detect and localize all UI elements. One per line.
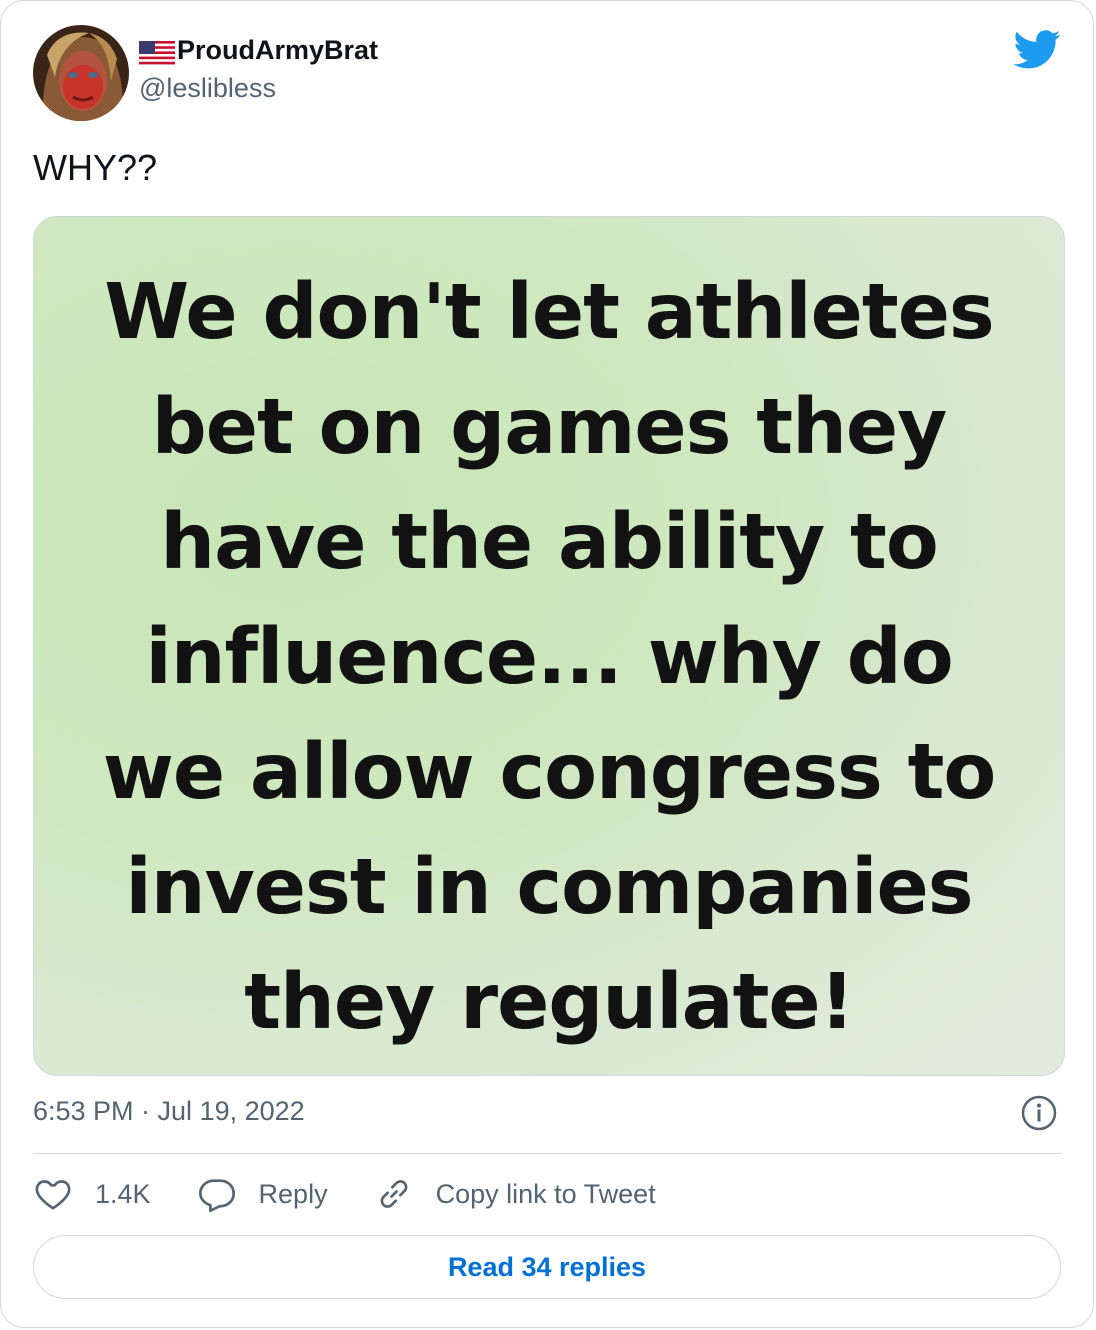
tweet-text: WHY?? — [33, 147, 158, 188]
avatar[interactable] — [33, 25, 129, 121]
like-button[interactable]: 1.4K — [33, 1174, 151, 1214]
twitter-bird-icon[interactable] — [1013, 29, 1061, 71]
us-flag-icon — [139, 38, 175, 66]
author-handle[interactable]: @leslibless — [139, 69, 378, 107]
speech-bubble-icon — [198, 1179, 235, 1212]
reply-button[interactable]: Reply — [197, 1174, 328, 1214]
reply-label: Reply — [258, 1178, 328, 1209]
read-replies-button[interactable]: Read 34 replies — [33, 1235, 1061, 1299]
heart-icon — [35, 1180, 71, 1210]
link-icon — [380, 1180, 407, 1208]
info-icon[interactable] — [1021, 1095, 1057, 1131]
copy-link-button[interactable]: Copy link to Tweet — [374, 1174, 656, 1214]
image-text-line: they regulate! — [244, 958, 854, 1047]
tweet-timestamp[interactable]: 6:53 PM · Jul 19, 2022 — [33, 1091, 305, 1131]
image-text-line: bet on games they — [151, 383, 948, 472]
image-text-line: invest in companies — [125, 843, 973, 932]
tweet-card: ProudArmyBrat @leslibless WHY?? We don't… — [0, 0, 1094, 1328]
copy-link-label: Copy link to Tweet — [435, 1178, 656, 1209]
tweet-actions: 1.4K Reply Copy link to Tweet — [33, 1169, 702, 1219]
image-text-line: we allow congress to — [102, 728, 997, 817]
divider — [33, 1153, 1061, 1154]
author-display-name[interactable]: ProudArmyBrat — [139, 31, 378, 69]
tweet-image[interactable]: We don't let athletes bet on games they … — [33, 216, 1065, 1076]
image-text-line: We don't let athletes — [104, 268, 995, 357]
image-text: We don't let athletes bet on games they … — [34, 255, 1064, 1060]
display-name-text: ProudArmyBrat — [177, 35, 379, 65]
image-text-line: have the ability to — [160, 498, 938, 587]
like-count: 1.4K — [95, 1178, 151, 1209]
image-text-line: influence... why do — [145, 613, 953, 702]
author-info: ProudArmyBrat @leslibless — [139, 31, 378, 107]
